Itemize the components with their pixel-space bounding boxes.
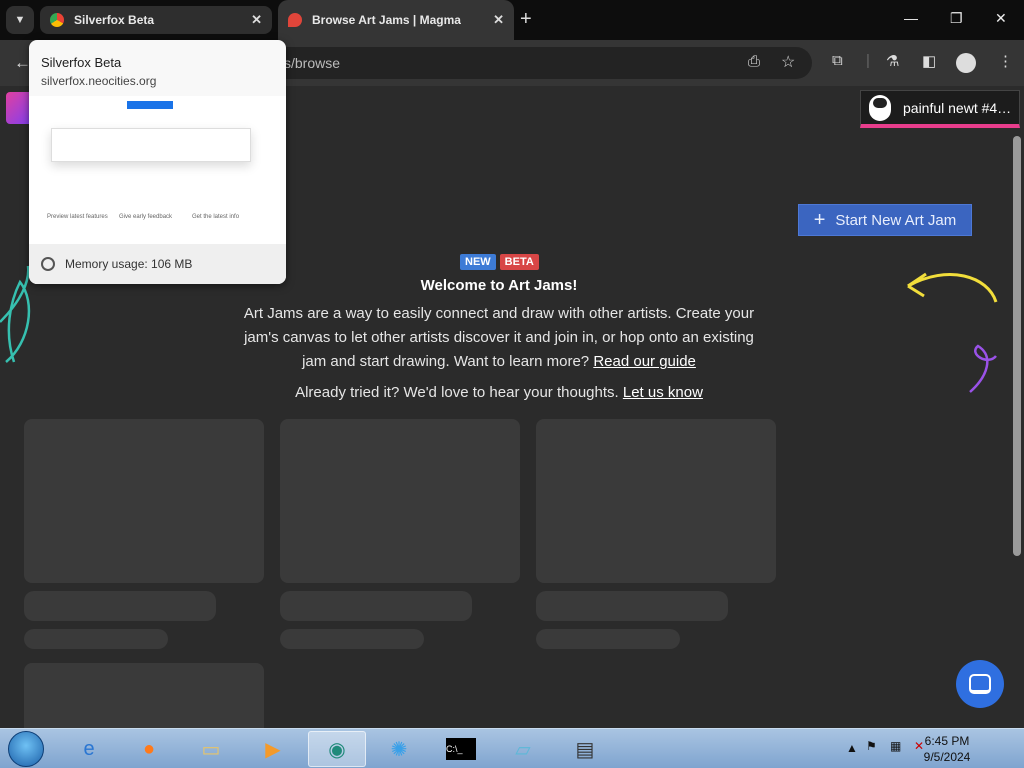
- app-snowflake-icon[interactable]: ✺: [370, 731, 428, 767]
- start-button-label: Start New Art Jam: [835, 211, 957, 229]
- browser-titlebar: ▼ Silverfox Beta ✕ Browse Art Jams | Mag…: [0, 0, 1024, 40]
- minimize-button[interactable]: —: [904, 10, 918, 26]
- memory-usage-text: Memory usage: 106 MB: [65, 257, 193, 271]
- gauge-icon: [41, 257, 55, 271]
- username: painful newt #4…: [903, 99, 1012, 116]
- menu-kebab-icon[interactable]: ⋮: [998, 52, 1013, 70]
- system-clock[interactable]: 6:45 PM 9/5/2024: [922, 733, 972, 765]
- jam-card-placeholder: [536, 419, 776, 583]
- labs-flask-icon[interactable]: ⚗: [886, 52, 899, 70]
- feedback-text: Already tried it? We'd love to hear your…: [295, 384, 619, 401]
- hover-card-title: Silverfox Beta: [41, 55, 122, 70]
- new-badge: NEW: [460, 254, 496, 270]
- jam-title-placeholder: [536, 591, 728, 621]
- jam-meta-placeholder: [280, 629, 424, 649]
- close-tab-icon[interactable]: ✕: [251, 12, 262, 28]
- bookmark-star-icon[interactable]: ☆: [781, 52, 795, 72]
- tab-silverfox[interactable]: Silverfox Beta ✕: [40, 6, 272, 34]
- new-tab-button[interactable]: +: [520, 8, 532, 31]
- browser-taskbar-icon[interactable]: ◉: [308, 731, 366, 767]
- internet-explorer-icon[interactable]: e: [60, 731, 118, 767]
- restore-button[interactable]: ❐: [950, 10, 963, 27]
- plus-icon: +: [813, 208, 826, 231]
- badges: NEW BETA: [460, 254, 539, 270]
- file-explorer-icon[interactable]: ▭: [182, 731, 240, 767]
- notepad-icon[interactable]: ▱: [494, 731, 552, 767]
- profile-avatar-icon[interactable]: [956, 53, 976, 73]
- tab-search-button[interactable]: ▼: [6, 6, 34, 34]
- memory-usage-row: Memory usage: 106 MB: [29, 244, 286, 284]
- windows-taskbar: e ● ▭ ▶ ◉ ✺ C:\_ ▱ ▤ ▲ ⚑ ▦ ✕ 6:45 PM 9/5…: [0, 728, 1024, 768]
- jam-meta-placeholder: [536, 629, 680, 649]
- start-new-art-jam-button[interactable]: + Start New Art Jam: [798, 204, 972, 236]
- address-bar[interactable]: s/browse: [240, 47, 812, 79]
- preview-section-label: Get the latest info: [192, 214, 240, 220]
- preview-section-label: Preview latest features: [47, 214, 108, 220]
- read-guide-link[interactable]: Read our guide: [593, 353, 696, 370]
- jam-meta-placeholder: [24, 629, 168, 649]
- tab-title: Browse Art Jams | Magma: [312, 13, 461, 27]
- jam-card-placeholder: [24, 663, 264, 728]
- user-chip[interactable]: painful newt #4…: [860, 90, 1020, 128]
- hover-card-url: silverfox.neocities.org: [41, 74, 157, 88]
- jam-title-placeholder: [280, 591, 472, 621]
- hover-card-preview: Preview latest features Give early feedb…: [29, 96, 286, 244]
- action-center-flag-icon[interactable]: ⚑: [866, 739, 877, 753]
- tab-title: Silverfox Beta: [74, 13, 155, 27]
- page-scrollbar[interactable]: [1012, 130, 1022, 728]
- jam-title-placeholder: [24, 591, 216, 621]
- jam-card-placeholder: [280, 419, 520, 583]
- chat-support-button[interactable]: [956, 660, 1004, 708]
- close-tab-icon[interactable]: ✕: [493, 12, 504, 28]
- jam-card-placeholder: [24, 419, 264, 583]
- preview-section-label: Give early feedback: [119, 214, 173, 220]
- command-prompt-icon[interactable]: C:\_: [432, 731, 490, 767]
- document-icon[interactable]: ▤: [556, 731, 614, 767]
- magma-icon: [288, 13, 302, 27]
- scrollbar-thumb[interactable]: [1013, 136, 1021, 556]
- penguin-avatar-icon: [869, 94, 891, 121]
- install-app-icon[interactable]: ⎙: [748, 53, 760, 70]
- beta-badge: BETA: [499, 254, 539, 270]
- media-player-icon[interactable]: ▶: [244, 731, 302, 767]
- side-panel-icon[interactable]: ◧: [922, 52, 936, 70]
- clock-time: 6:45 PM: [924, 734, 970, 748]
- tab-magma[interactable]: Browse Art Jams | Magma ✕: [278, 0, 514, 40]
- decorative-doodles: [907, 272, 998, 393]
- address-text: s/browse: [284, 55, 341, 71]
- show-hidden-icons[interactable]: ▲: [846, 741, 858, 755]
- let-us-know-link[interactable]: Let us know: [623, 384, 703, 401]
- welcome-title: Welcome to Art Jams!: [420, 277, 578, 294]
- tab-hover-card: Silverfox Beta silverfox.neocities.org P…: [29, 40, 286, 284]
- feedback-paragraph: Already tried it? We'd love to hear your…: [240, 384, 758, 401]
- firefox-icon[interactable]: ●: [120, 731, 178, 767]
- network-icon[interactable]: ▦: [890, 739, 901, 753]
- intro-paragraph: Art Jams are a way to easily connect and…: [240, 302, 758, 374]
- clock-date: 9/5/2024: [923, 750, 971, 764]
- chrome-icon: [50, 13, 64, 27]
- toolbar-divider: |: [866, 52, 870, 69]
- start-button[interactable]: [8, 731, 44, 767]
- close-window-button[interactable]: ✕: [995, 10, 1007, 27]
- extensions-icon[interactable]: ⧉: [832, 52, 843, 69]
- chat-icon: [969, 674, 991, 694]
- purple-squiggle-icon: [969, 344, 997, 393]
